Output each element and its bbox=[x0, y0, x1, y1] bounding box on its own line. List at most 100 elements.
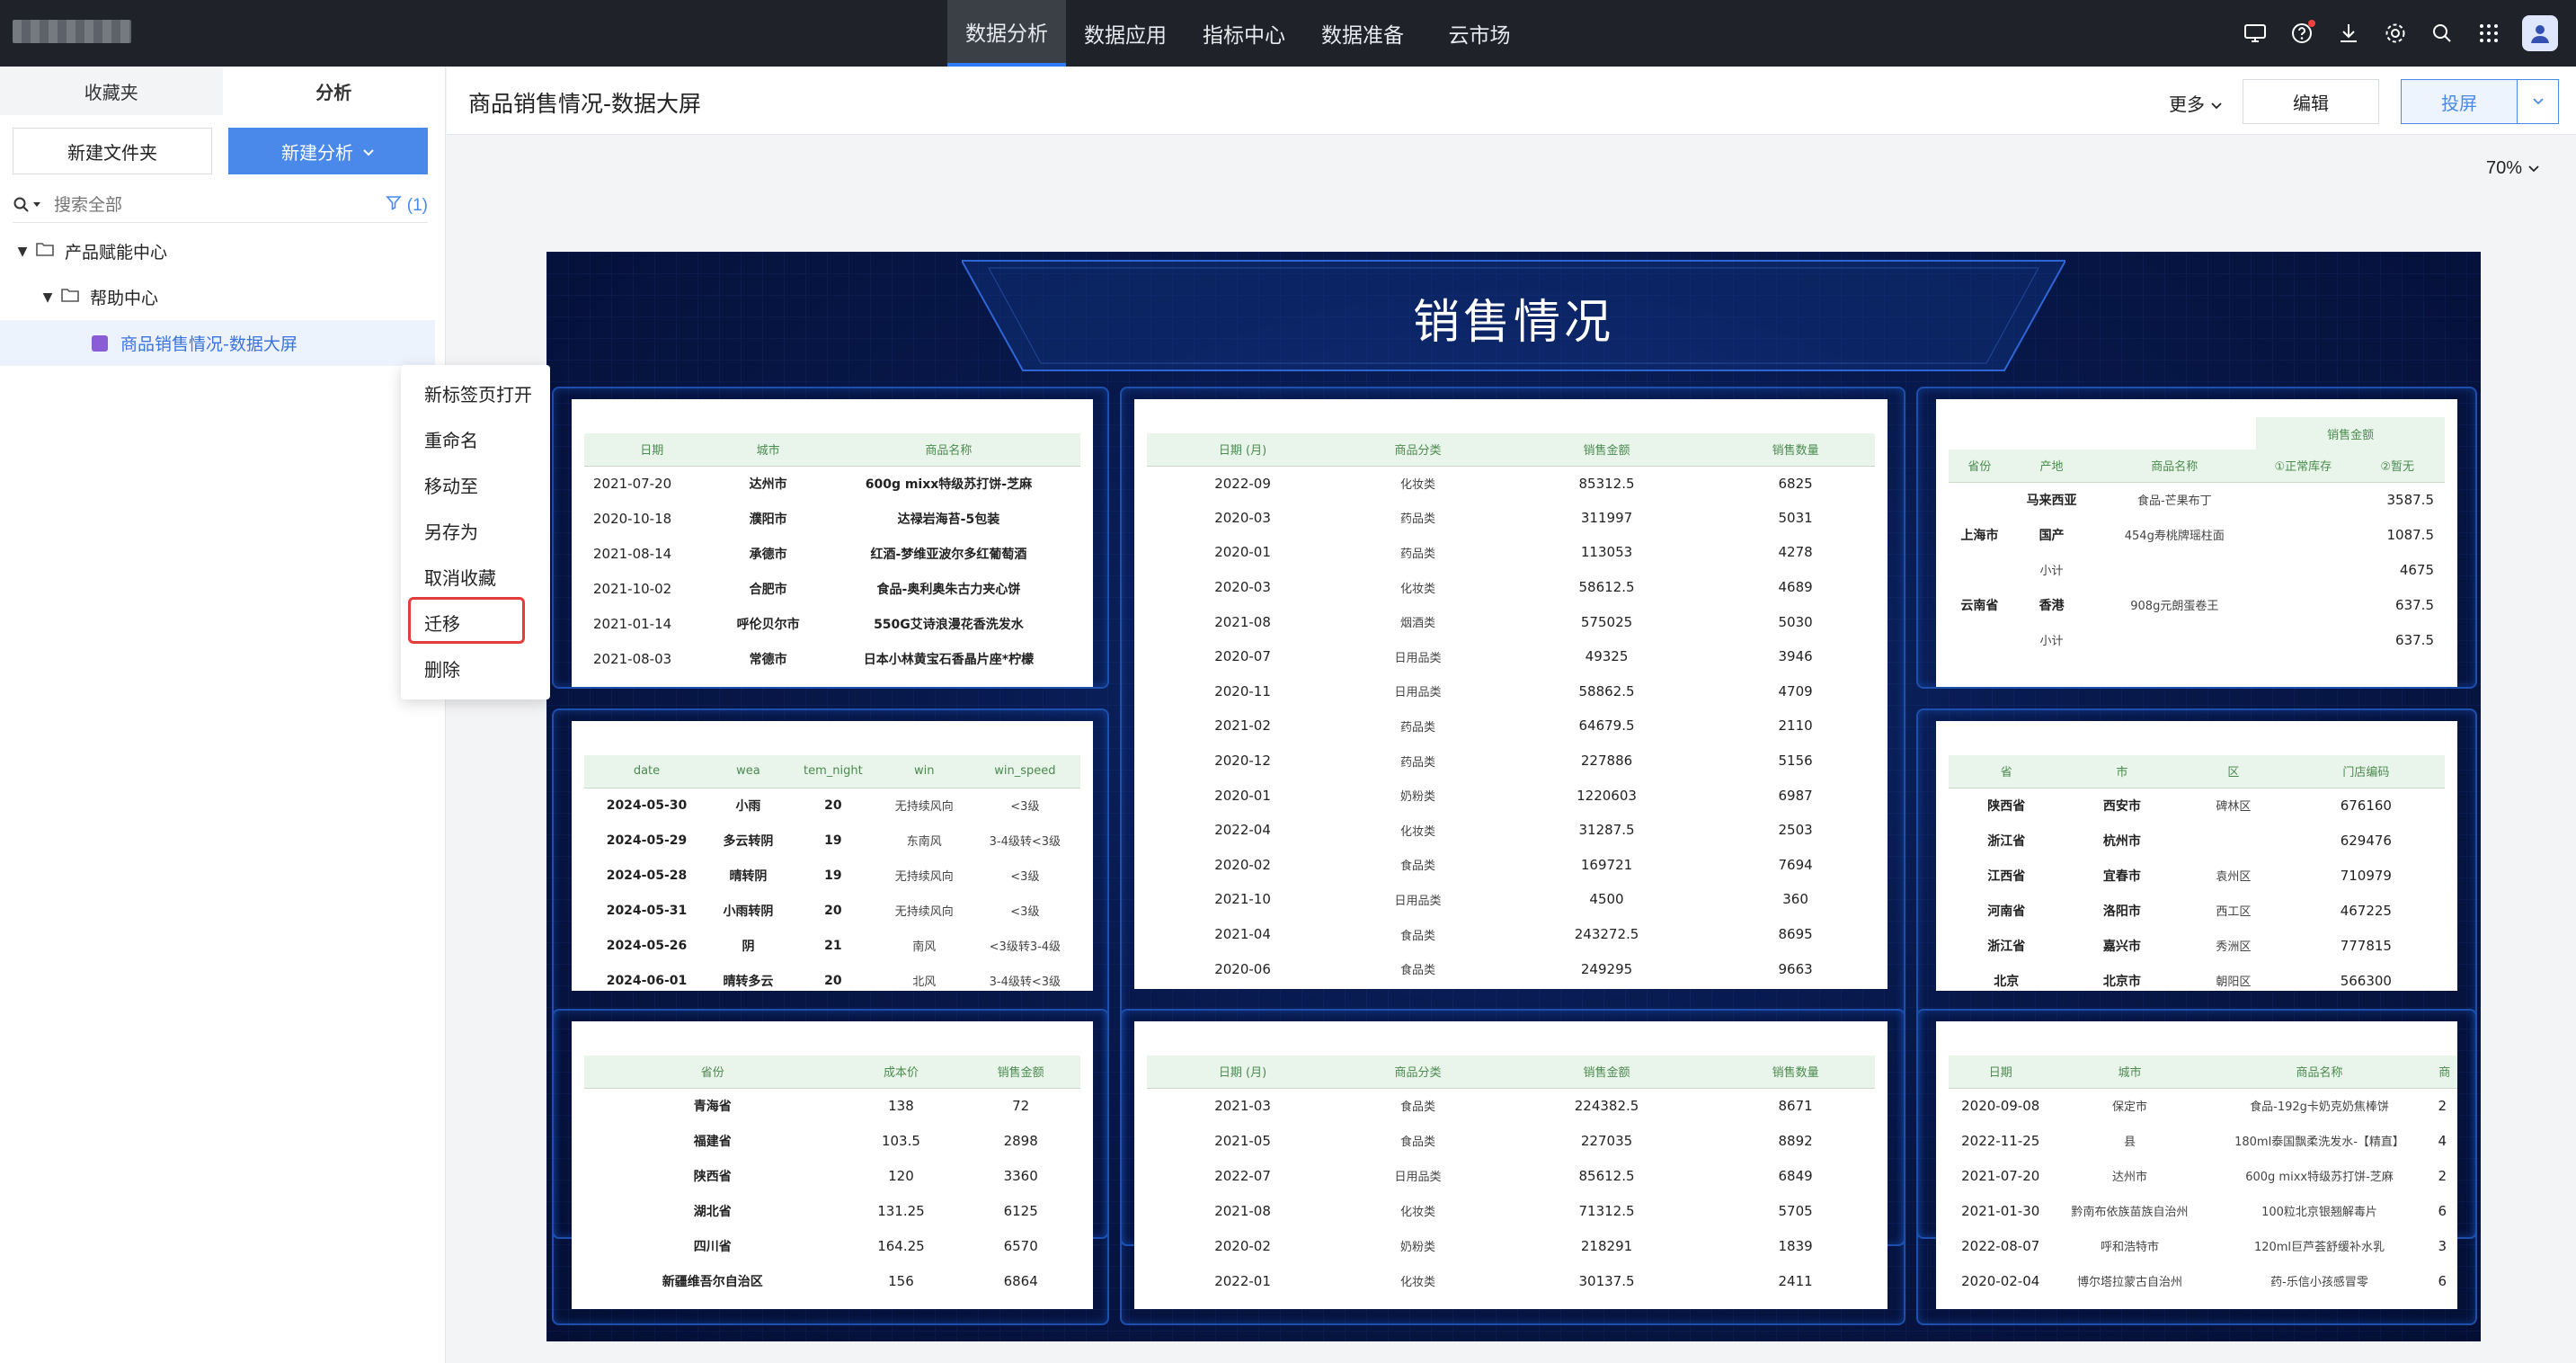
caret-down-icon[interactable]: ▼ bbox=[13, 245, 32, 259]
column-header[interactable]: 日期 (月) bbox=[1147, 1056, 1339, 1088]
column-header[interactable]: 市 bbox=[2064, 755, 2181, 788]
edit-button[interactable]: 编辑 bbox=[2243, 79, 2379, 124]
column-header[interactable]: 门店编码 bbox=[2287, 755, 2445, 788]
column-header[interactable]: tem_night bbox=[786, 755, 879, 788]
table-cell: 药-乐信小孩感冒零 bbox=[2270, 1276, 2368, 1289]
table-row: 2020-12 药品类 227886 5156 bbox=[1147, 744, 1875, 779]
menu-item-delete[interactable]: 删除 bbox=[401, 646, 550, 691]
filter-button[interactable]: (1) bbox=[386, 194, 428, 216]
menu-cloud-market[interactable]: 云市场 bbox=[1422, 0, 1537, 67]
column-header[interactable]: 商品名称 bbox=[816, 433, 1080, 466]
menu-item-rename[interactable]: 重命名 bbox=[401, 416, 550, 462]
table-cell: 晴转阴 bbox=[729, 869, 768, 884]
table-cell: 2022-01 bbox=[1214, 1272, 1271, 1289]
column-header[interactable]: 省份 bbox=[584, 1056, 841, 1088]
search-scope-dropdown[interactable] bbox=[13, 196, 54, 214]
product-logo[interactable] bbox=[13, 20, 131, 43]
menu-item-save-as[interactable]: 另存为 bbox=[401, 508, 550, 554]
caret-down-icon[interactable]: ▼ bbox=[38, 290, 58, 305]
tab-favorites[interactable]: 收藏夹 bbox=[0, 67, 223, 115]
table-cell: 2022-11-25 bbox=[1961, 1132, 2040, 1149]
table-cell: 120 bbox=[888, 1167, 914, 1184]
column-header[interactable]: wea bbox=[708, 755, 787, 788]
column-header[interactable]: 区 bbox=[2180, 755, 2287, 788]
menu-data-analysis[interactable]: 数据分析 bbox=[947, 0, 1066, 67]
column-header[interactable]: 日期 (月) bbox=[1147, 433, 1339, 466]
table-cell: 2898 bbox=[1003, 1132, 1038, 1149]
download-icon[interactable] bbox=[2335, 20, 2362, 47]
table-cell: 日用品类 bbox=[1394, 894, 1442, 908]
table-row: 小计 637.5 bbox=[1949, 622, 2445, 657]
column-header[interactable]: win_speed bbox=[969, 755, 1080, 788]
table-row: 2021-07-20 达州市 600g mixx特级苏打饼-芝麻 2 bbox=[1949, 1158, 2457, 1193]
apps-icon[interactable] bbox=[2475, 20, 2502, 47]
column-header[interactable]: 成本价 bbox=[840, 1056, 962, 1088]
column-header[interactable]: 商 bbox=[2431, 1056, 2457, 1088]
present-options-button[interactable] bbox=[2517, 80, 2558, 123]
table-row: 2022-07 日用品类 85612.5 6849 bbox=[1147, 1158, 1875, 1193]
column-header[interactable]: 商品名称 bbox=[2207, 1056, 2432, 1088]
table-cell: 550G艾诗浪漫花香洗发水 bbox=[874, 617, 1024, 632]
table-cell: 烟酒类 bbox=[1399, 617, 1435, 631]
column-header[interactable]: 销售数量 bbox=[1716, 1056, 1875, 1088]
column-header[interactable]: 城市 bbox=[719, 433, 817, 466]
avatar[interactable] bbox=[2522, 15, 2558, 51]
caret-down-icon bbox=[33, 201, 40, 207]
menu-data-app[interactable]: 数据应用 bbox=[1066, 0, 1185, 67]
menu-metrics-center[interactable]: 指标中心 bbox=[1185, 0, 1303, 67]
search-icon[interactable] bbox=[2429, 20, 2456, 47]
search-input[interactable] bbox=[54, 194, 386, 215]
new-folder-button[interactable]: 新建文件夹 bbox=[13, 128, 212, 174]
settings-icon[interactable] bbox=[2382, 20, 2409, 47]
table-row: 2024-05-31 小雨转阴 20 无持续风向 <3级 bbox=[584, 893, 1080, 928]
column-header[interactable]: date bbox=[584, 755, 709, 788]
tree-item-help-center[interactable]: ▼ 帮助中心 bbox=[0, 274, 446, 320]
table-cell: 北京 bbox=[1994, 974, 2020, 989]
menu-item-unfavorite[interactable]: 取消收藏 bbox=[401, 554, 550, 600]
column-header[interactable]: 商品名称 bbox=[2092, 450, 2257, 482]
column-header[interactable]: 销售数量 bbox=[1716, 433, 1875, 466]
column-header[interactable]: 日期 bbox=[584, 433, 720, 466]
column-header[interactable]: 城市 bbox=[2052, 1056, 2207, 1088]
table-cell: 311997 bbox=[1580, 509, 1633, 526]
column-header[interactable]: win bbox=[878, 755, 970, 788]
more-dropdown[interactable]: 更多 bbox=[2169, 90, 2223, 116]
help-icon[interactable] bbox=[2288, 20, 2315, 47]
column-header[interactable]: 商品分类 bbox=[1338, 433, 1497, 466]
table-cell: 2021-10 bbox=[1214, 891, 1271, 908]
table-cell: <3级 bbox=[969, 787, 1080, 823]
column-header[interactable]: 商品分类 bbox=[1338, 1056, 1497, 1088]
column-header[interactable]: ②暂无 bbox=[2349, 450, 2445, 482]
column-header[interactable]: 省份 bbox=[1949, 450, 2011, 482]
filter-icon bbox=[386, 195, 403, 210]
new-analysis-button[interactable]: 新建分析 bbox=[228, 128, 428, 174]
column-header-group[interactable]: 销售金额 bbox=[2256, 417, 2445, 450]
table-cell: 上海市 bbox=[1960, 528, 1999, 543]
table-card-stores: 省 市 区 门店编码 陕西省 西安市 碑林区 676160 浙江省 杭州市 629476 江西… bbox=[1936, 721, 2457, 991]
menu-data-prep[interactable]: 数据准备 bbox=[1303, 0, 1422, 67]
table-cell: 71312.5 bbox=[1578, 1202, 1635, 1219]
column-header[interactable]: 销售金额 bbox=[1497, 433, 1717, 466]
menu-item-open-new-tab[interactable]: 新标签页打开 bbox=[401, 370, 550, 416]
table-cell: 4675 bbox=[2399, 561, 2434, 578]
table-cell bbox=[2180, 823, 2287, 858]
screen-icon[interactable] bbox=[2242, 20, 2269, 47]
column-header[interactable]: 日期 bbox=[1949, 1056, 2053, 1088]
column-header[interactable]: ①正常库存 bbox=[2256, 450, 2350, 482]
column-header[interactable]: 产地 bbox=[2010, 450, 2093, 482]
tree-item-product-center[interactable]: ▼ 产品赋能中心 bbox=[0, 228, 446, 274]
context-menu: 新标签页打开 重命名 移动至 另存为 取消收藏 迁移 删除 bbox=[401, 365, 550, 699]
column-header[interactable]: 销售金额 bbox=[961, 1056, 1080, 1088]
table-cell: 奶粉类 bbox=[1399, 790, 1435, 805]
tab-analysis[interactable]: 分析 bbox=[222, 67, 445, 115]
present-button[interactable]: 投屏 bbox=[2402, 80, 2517, 123]
column-header[interactable]: 销售金额 bbox=[1497, 1056, 1717, 1088]
tree-item-sales-dashboard[interactable]: 商品销售情况-数据大屏 bbox=[0, 320, 435, 366]
menu-item-move-to[interactable]: 移动至 bbox=[401, 462, 550, 508]
column-header[interactable]: 省 bbox=[1949, 755, 2065, 788]
zoom-dropdown[interactable]: 70% bbox=[2486, 158, 2540, 179]
table-cell: 6864 bbox=[1003, 1272, 1038, 1289]
table-cell: 县 bbox=[2123, 1136, 2136, 1149]
table-cell: 249295 bbox=[1580, 960, 1633, 977]
table-cell: 碑林区 bbox=[2180, 787, 2287, 823]
